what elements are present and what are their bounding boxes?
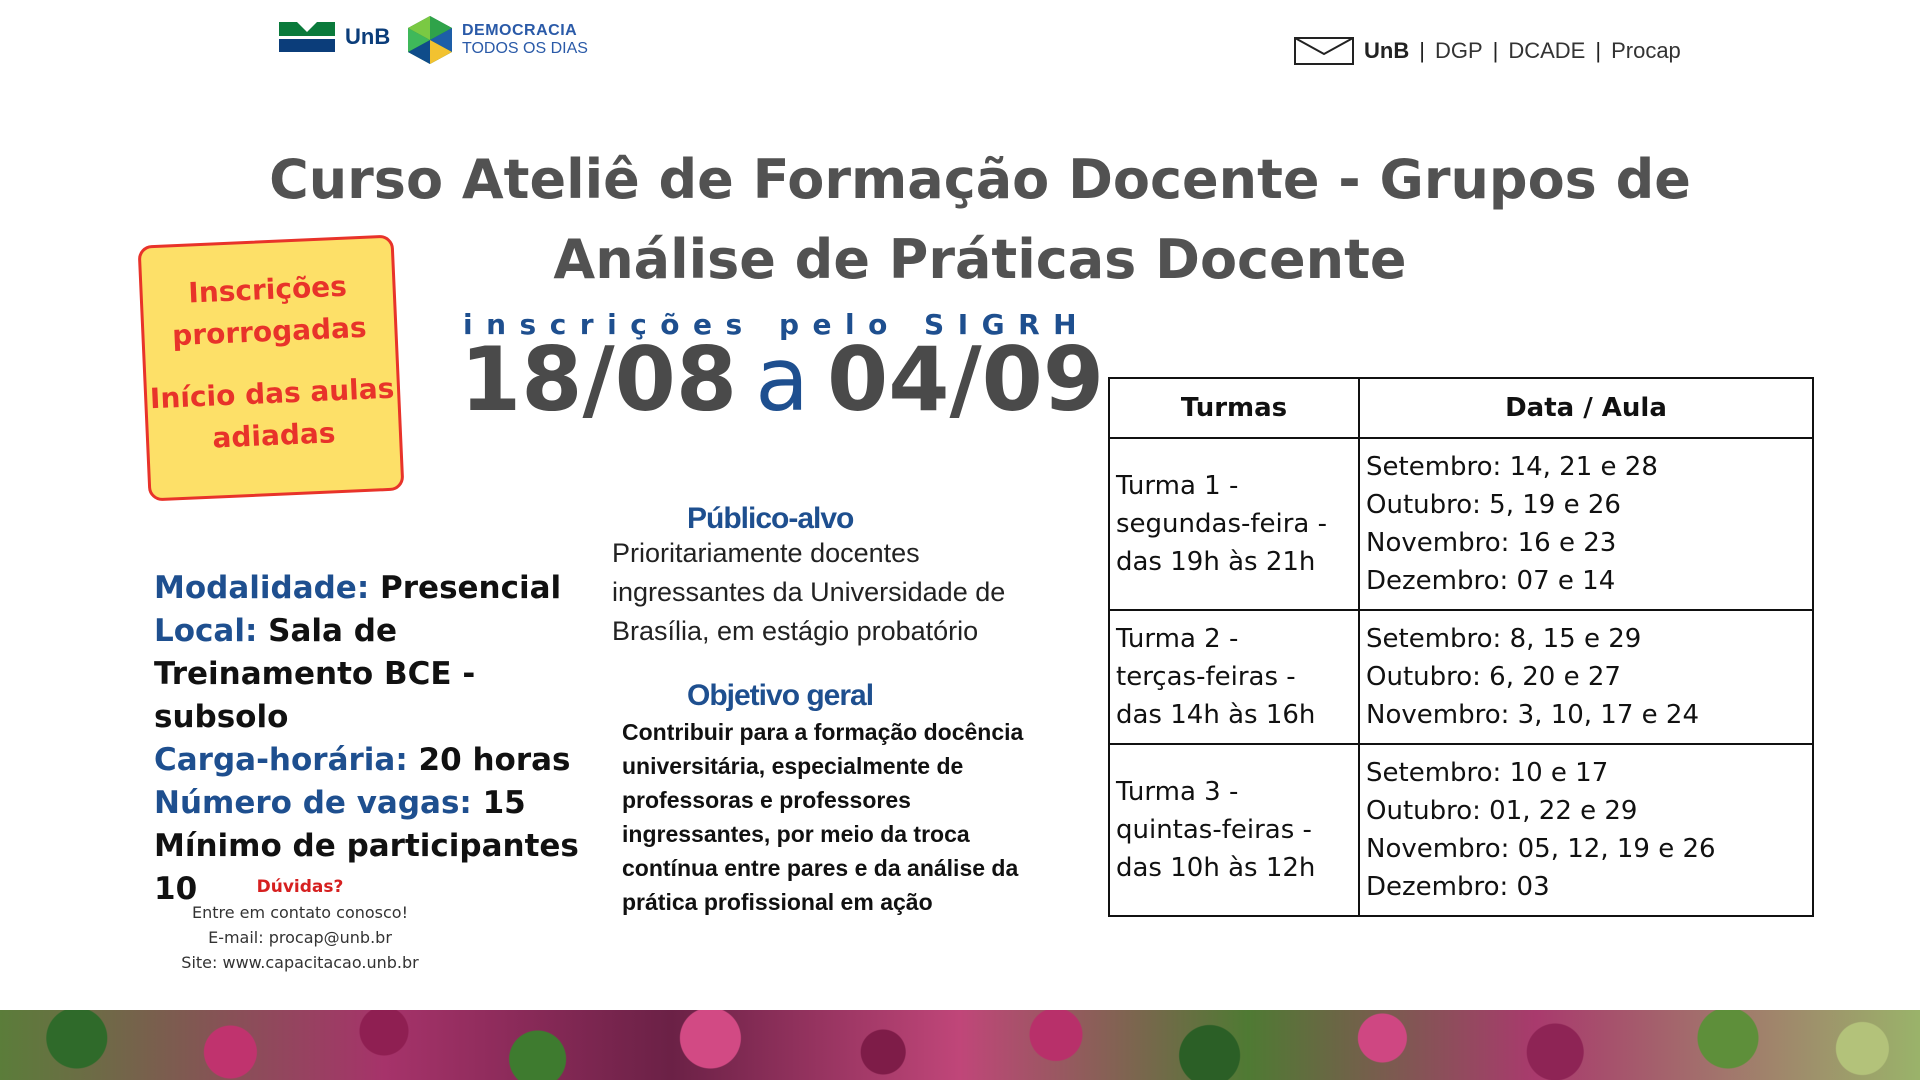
date-line: Outubro: 01, 22 e 29 [1366,796,1638,826]
contact-block: Dúvidas? Entre em contato conosco! E-mai… [160,875,440,975]
date-line: Novembro: 3, 10, 17 e 24 [1366,700,1699,730]
flower-photo-strip [0,1010,1920,1080]
date-line: Setembro: 10 e 17 [1366,758,1609,788]
modalidade-row: Modalidade: Presencial [154,567,594,610]
turma-cell: Turma 1 - segundas-feira - das 19h às 21… [1108,437,1360,611]
democracia-hexagon-icon [408,16,452,64]
separator: | [1492,38,1499,63]
objetivo-heading: Objetivo geral [687,679,874,712]
right-procap-text: Procap [1611,38,1681,63]
table-row: Turma 2 - terças-feiras - das 14h às 16h… [1108,609,1814,745]
header-turmas: Turmas [1108,377,1360,439]
dates-cell: Setembro: 14, 21 e 28 Outubro: 5, 19 e 2… [1358,437,1814,611]
date-line: Dezembro: 07 e 14 [1366,566,1616,596]
right-dcade-text: DCADE [1508,38,1586,63]
right-dgp-text: DGP [1434,38,1483,63]
schedule-table: Turmas Data / Aula Turma 1 - segundas-fe… [1108,377,1814,917]
table-row: Turma 3 - quintas-feiras - das 10h às 12… [1108,743,1814,917]
vagas-row: Número de vagas: 15 [154,782,594,825]
table-row: Turma 1 - segundas-feira - das 19h às 21… [1108,437,1814,611]
unb-logo-text: UnB [345,24,391,49]
institution-logo-right: UnB | DGP | DCADE | Procap [1294,36,1681,66]
registration-end-date: 04/09 [827,328,1105,431]
local-row: Local: Sala de Treinamento BCE - subsolo [154,610,594,739]
objetivo-text: Contribuir para a formação docência univ… [622,719,1024,915]
turma-line: das 19h às 21h [1116,547,1316,577]
carga-key: Carga-horária: [154,742,408,778]
turma-line: segundas-feira - [1116,509,1328,539]
contact-heading: Dúvidas? [256,877,344,897]
table-header-row: Turmas Data / Aula [1108,377,1814,439]
registration-start-date: 18/08 [460,328,738,431]
publico-text: Prioritariamente docentes ingressantes d… [612,538,1006,646]
turma-cell: Turma 2 - terças-feiras - das 14h às 16h [1108,609,1360,745]
publico-heading: Público-alvo [687,502,854,535]
date-line: Outubro: 6, 20 e 27 [1366,662,1621,692]
date-line: Dezembro: 03 [1366,872,1550,902]
turma-cell: Turma 3 - quintas-feiras - das 10h às 12… [1108,743,1360,917]
vagas-key: Número de vagas: [154,785,472,821]
notice-sticky-note: Inscrições prorrogadas Início das aulas … [137,234,405,502]
notice-classes-postponed: Início das aulas adiadas [149,371,395,455]
turma-line: Turma 2 - [1116,624,1239,654]
turma-line: quintas-feiras - [1116,815,1312,845]
modalidade-value: Presencial [380,570,562,606]
carga-row: Carga-horária: 20 horas [154,739,594,782]
date-line: Outubro: 5, 19 e 26 [1366,490,1621,520]
course-info: Modalidade: Presencial Local: Sala de Tr… [154,567,594,911]
contact-email[interactable]: E-mail: procap@unb.br [160,925,440,950]
date-line: Novembro: 05, 12, 19 e 26 [1366,834,1716,864]
date-line: Novembro: 16 e 23 [1366,528,1617,558]
democracia-line1: DEMOCRACIA [462,22,578,39]
turma-line: Turma 3 - [1116,777,1239,807]
title-line-2: Análise de Práticas Docente [553,228,1407,291]
democracia-line2: TODOS OS DIAS [462,40,588,57]
carga-value: 20 horas [418,742,571,778]
right-unb-text: UnB [1364,38,1410,63]
vagas-value: 15 [482,785,526,821]
democracia-logo: DEMOCRACIA TODOS OS DIAS [406,14,588,66]
date-line: Setembro: 8, 15 e 29 [1366,624,1642,654]
page-title: Curso Ateliê de Formação Docente - Grupo… [230,140,1730,300]
title-line-1: Curso Ateliê de Formação Docente - Grupo… [269,148,1691,211]
separator: | [1419,38,1425,63]
date-connector: a [755,328,809,431]
unb-logo-left: UnB [279,22,390,52]
date-line: Setembro: 14, 21 e 28 [1366,452,1658,482]
turma-line: Turma 1 - [1116,471,1239,501]
notice-registrations-extended: Inscrições prorrogadas [171,269,368,353]
registration-dates: 18/08 a 04/09 [460,330,1104,430]
turma-line: das 14h às 16h [1116,700,1316,730]
contact-site[interactable]: Site: www.capacitacao.unb.br [160,950,440,975]
contact-line-1: Entre em contato conosco! [192,903,408,922]
turma-line: das 10h às 12h [1116,853,1316,883]
header-data-aula: Data / Aula [1358,377,1814,439]
unb-flag-icon [279,22,335,52]
modalidade-key: Modalidade: [154,570,370,606]
unb-book-icon [1294,37,1354,65]
separator: | [1595,38,1602,63]
local-key: Local: [154,613,258,649]
dates-cell: Setembro: 8, 15 e 29 Outubro: 6, 20 e 27… [1358,609,1814,745]
dates-cell: Setembro: 10 e 17 Outubro: 01, 22 e 29 N… [1358,743,1814,917]
turma-line: terças-feiras - [1116,662,1296,692]
